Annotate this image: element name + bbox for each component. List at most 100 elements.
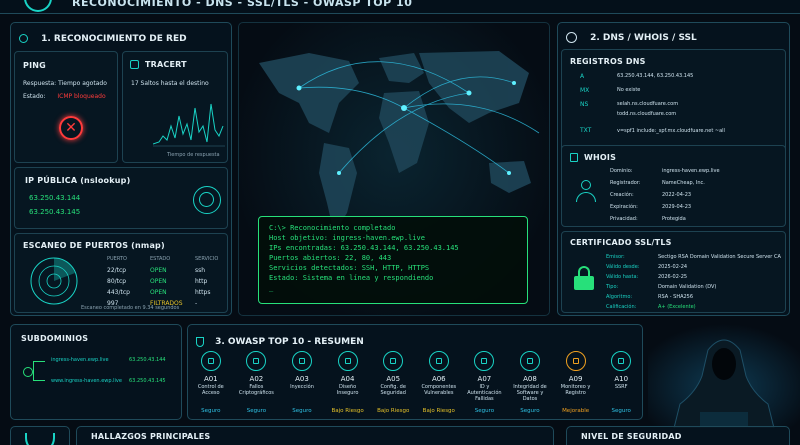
ssl-card: CERTIFICADO SSL/TLS Emisor: Sectigo RSA … — [561, 231, 786, 313]
port-scan-card: ESCANEO DE PUERTOS (nmap) PUERTO ESTADO … — [14, 233, 228, 313]
header-logo-icon — [24, 0, 52, 12]
ssl-rating-label: Calificación: — [606, 304, 637, 310]
findings-shield-icon — [25, 433, 55, 445]
components-icon — [428, 351, 449, 371]
port-row-3-port: 443/tcp — [107, 289, 130, 296]
owasp-name: Inyección — [290, 384, 314, 390]
terminal-line-6: Estado: Sistema en línea y respondiendo — [269, 274, 434, 282]
owasp-code: A03 — [295, 375, 309, 383]
whois-registrar-label: Registrador: — [610, 180, 641, 186]
dns-record-ns-type: NS — [580, 101, 589, 108]
dns-record-ns-value-2: todd.ns.cloudfuare.com — [617, 111, 677, 117]
padlock-icon — [574, 266, 594, 290]
dns-title: 2. DNS / WHOIS / SSL — [590, 32, 697, 43]
dns-record-a-type: A — [580, 73, 585, 80]
owasp-item-a04[interactable]: A04 Diseño Inseguro Bajo Riesgo — [325, 347, 371, 419]
port-row-2-port: 80/tcp — [107, 278, 127, 285]
whois-created-value: 2022-04-23 — [662, 192, 692, 198]
ssl-rating-value: A+ (Excelente) — [658, 304, 696, 310]
owasp-item-a01[interactable]: A01 Control de Acceso Seguro — [188, 347, 234, 419]
dns-record-txt-type: TXT — [580, 127, 592, 134]
owasp-items: A01 Control de Acceso Seguro A02 Fallos Crip… — [188, 347, 644, 419]
dns-record-a-value: 63.250.43.144, 63.250.43.145 — [617, 73, 694, 79]
public-ip-title: IP PÚBLICA (nslookup) — [25, 176, 131, 185]
public-ip-card: IP PÚBLICA (nslookup) 63.250.43.144 63.2… — [14, 167, 228, 229]
port-row-2-state: OPEN — [150, 278, 167, 285]
owasp-name: SSRF — [614, 384, 628, 390]
tracert-hops: 17 Saltos hasta el destino — [131, 80, 209, 87]
owasp-code: A09 — [568, 375, 583, 383]
terminal-window[interactable]: C:\> Reconocimiento completado Host obje… — [258, 216, 528, 304]
recon-panel: 1. RECONOCIMIENTO DE RED PING Respuesta:… — [10, 22, 232, 316]
owasp-status: Seguro — [520, 408, 540, 414]
tracert-latency-graph — [153, 103, 225, 147]
ping-card: PING Respuesta: Tiempo agotado Estado: I… — [14, 51, 118, 163]
public-ip-1: 63.250.43.144 — [29, 194, 81, 202]
ssl-valid-from-label: Válido desde: — [606, 264, 640, 270]
subdomain-tree-line — [33, 361, 45, 381]
owasp-item-a03[interactable]: A03 Inyección Seguro — [279, 347, 325, 419]
ssl-valid-from-value: 2025-02-24 — [658, 264, 688, 270]
recon-header: 1. RECONOCIMIENTO DE RED — [19, 28, 187, 47]
ping-status-label: Estado: — [23, 93, 46, 100]
whois-privacy-label: Privacidad: — [610, 216, 638, 222]
subdomain-2-host[interactable]: www.ingress-haven.ewp.live — [51, 378, 122, 384]
subdomain-1-host[interactable]: ingress-haven.ewp.live — [51, 357, 109, 363]
findings-panel: HALLAZGOS PRINCIPALES — [76, 426, 554, 445]
owasp-item-a10[interactable]: A10 SSRF Seguro — [598, 347, 644, 419]
dns-header: 2. DNS / WHOIS / SSL — [566, 27, 697, 46]
owasp-code: A04 — [340, 375, 355, 383]
dns-record-mx-value: No existe — [617, 87, 641, 93]
findings-title: HALLAZGOS PRINCIPALES — [91, 432, 211, 441]
owasp-name: Control de Acceso — [197, 384, 224, 396]
owasp-item-a06[interactable]: A06 Componentes Vulnerables Bajo Riesgo — [416, 347, 462, 419]
findings-shield-panel — [10, 426, 70, 445]
key-icon — [246, 351, 267, 371]
terminal-cursor: _ — [269, 284, 274, 292]
owasp-name: Config. de Seguridad — [380, 384, 406, 396]
hacker-figure — [648, 324, 800, 428]
owasp-name: ID y Autenticación Fallidas — [467, 384, 502, 402]
owasp-item-a09[interactable]: A09 Monitoreo y Registro Mejorable — [553, 347, 599, 419]
owasp-name: Diseño Inseguro — [336, 384, 359, 396]
owasp-item-a02[interactable]: A02 Fallos Criptográficos Seguro — [234, 347, 280, 419]
terminal-line-1: C:\> Reconocimiento completado — [269, 224, 396, 232]
owasp-code: A08 — [523, 375, 537, 383]
owasp-code: A05 — [386, 375, 401, 383]
ping-response-label: Respuesta: — [23, 80, 57, 87]
gear-icon — [383, 351, 404, 371]
terminal-line-5: Servicios detectados: SSH, HTTP, HTTPS — [269, 264, 430, 272]
tracert-caption: Tiempo de respuesta — [167, 152, 220, 158]
owasp-item-a05[interactable]: A05 Config. de Seguridad Bajo Riesgo — [370, 347, 416, 419]
owasp-item-a08[interactable]: A08 Integridad de Software y Datos Seguro — [507, 347, 553, 419]
whois-card: WHOIS Dominio: ingress-haven.ewp.live Re… — [561, 145, 786, 227]
owasp-status: Seguro — [611, 408, 631, 414]
port-row-2-service: http — [195, 278, 208, 285]
whois-expiry-label: Expiración: — [610, 204, 638, 210]
ping-status-value: ICMP bloqueado — [57, 93, 106, 100]
error-x-icon: ✕ — [59, 116, 83, 140]
page-title: RECONOCIMIENTO - DNS - SSL/TLS - OWASP T… — [72, 0, 413, 9]
ssl-algorithm-value: RSA - SHA256 — [658, 294, 694, 300]
subdomains-title: SUBDOMINIOS — [21, 334, 89, 343]
port-scan-title: ESCANEO DE PUERTOS (nmap) — [23, 241, 165, 250]
server-icon — [611, 351, 632, 371]
globe-icon — [193, 186, 221, 214]
port-row-1-service: ssh — [195, 267, 206, 274]
ssl-valid-to-label: Válido hasta: — [606, 274, 639, 280]
owasp-title: 3. OWASP TOP 10 - RESUMEN — [215, 336, 364, 347]
whois-doc-icon — [570, 153, 578, 162]
terminal-line-3: IPs encontradas: 63.250.43.144, 63.250.4… — [269, 244, 459, 252]
port-row-4-service: - — [195, 300, 198, 307]
radar-icon — [30, 257, 78, 305]
public-ip-2: 63.250.43.145 — [29, 208, 81, 216]
owasp-status: Bajo Riesgo — [377, 408, 410, 414]
owasp-name: Componentes Vulnerables — [421, 384, 457, 396]
ssl-type-value: Domain Validation (DV) — [658, 284, 717, 290]
port-row-1-state: OPEN — [150, 267, 167, 274]
ports-header-port: PUERTO — [107, 256, 127, 262]
port-row-3-state: OPEN — [150, 289, 167, 296]
terminal-line-2: Host objetivo: ingress-haven.ewp.live — [269, 234, 425, 242]
owasp-item-a07[interactable]: A07 ID y Autenticación Fallidas Seguro — [462, 347, 508, 419]
owasp-status: Seguro — [201, 408, 221, 414]
